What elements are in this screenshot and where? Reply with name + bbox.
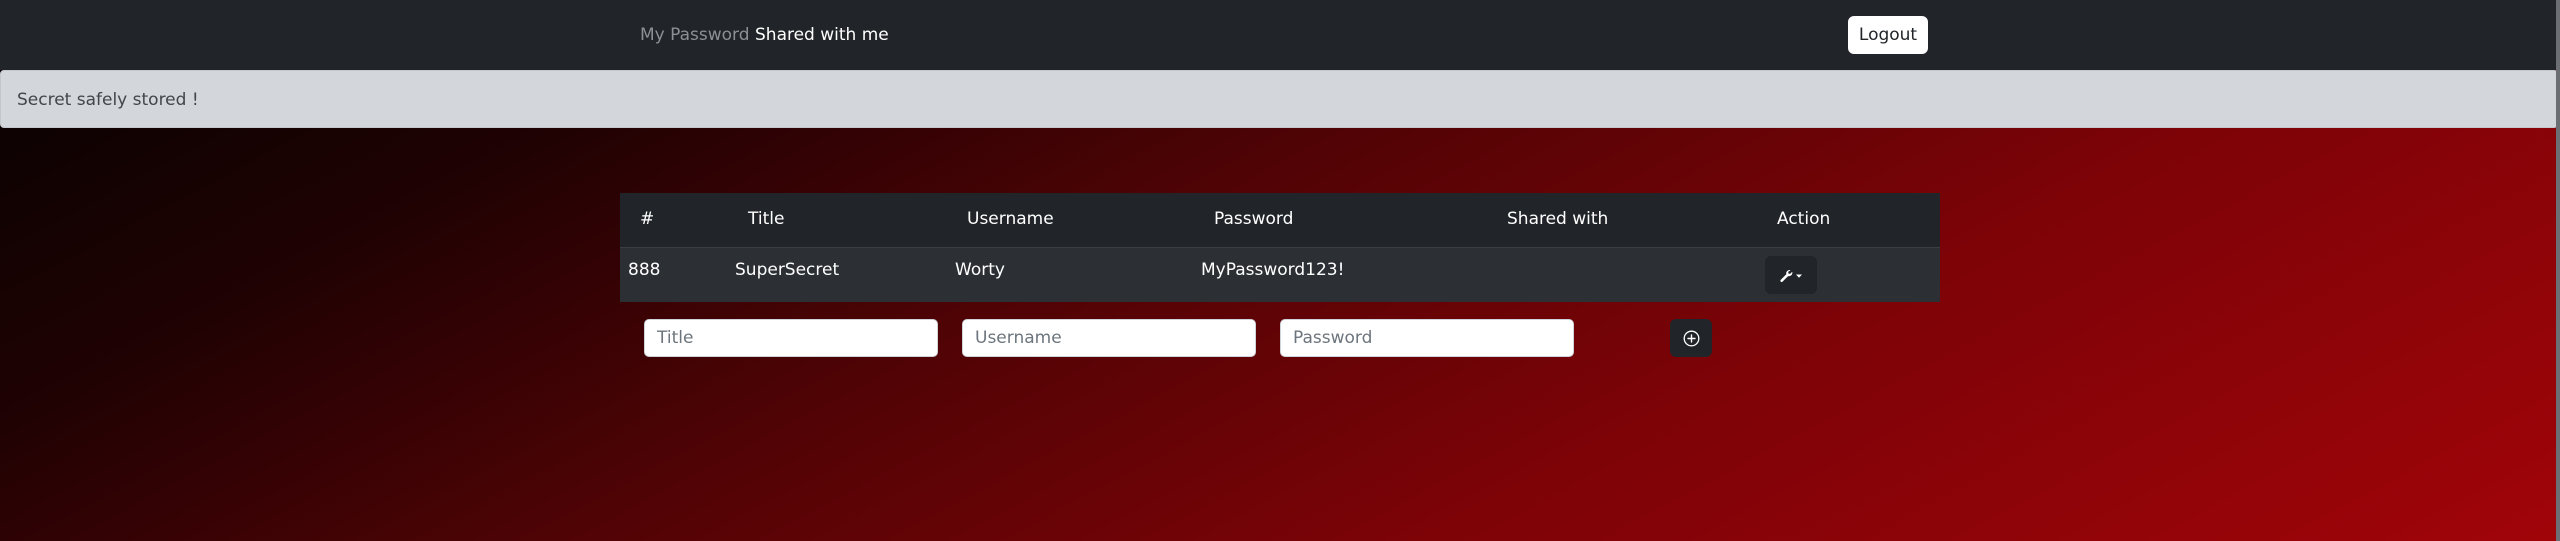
page-scrollbar[interactable] (2556, 0, 2560, 541)
column-header-username: Username (967, 209, 1054, 229)
plus-circle-icon (1683, 330, 1700, 347)
column-header-action: Action (1777, 209, 1831, 229)
table-row: 888 SuperSecret Worty MyPassword123! (620, 247, 1940, 302)
success-alert: Secret safely stored ! (0, 70, 2558, 128)
cell-id: 888 (628, 260, 661, 280)
nav-link-shared-with-me[interactable]: Shared with me (755, 24, 889, 46)
top-navbar: My Password Shared with me Logout (0, 0, 2560, 70)
column-header-number: # (640, 209, 655, 229)
cell-title: SuperSecret (735, 260, 840, 280)
column-header-password: Password (1214, 209, 1294, 229)
password-input[interactable] (1280, 319, 1574, 357)
logout-button[interactable]: Logout (1848, 16, 1928, 54)
row-action-dropdown-button[interactable] (1765, 256, 1817, 294)
cell-username: Worty (955, 260, 1005, 280)
cell-password: MyPassword123! (1201, 260, 1345, 280)
title-input[interactable] (644, 319, 938, 357)
nav-link-my-password[interactable]: My Password (640, 24, 750, 46)
table-header: # Title Username Password Shared with Ac… (620, 193, 1940, 247)
wrench-icon (1780, 270, 1802, 283)
alert-message: Secret safely stored ! (17, 90, 199, 110)
username-input[interactable] (962, 319, 1256, 357)
add-secret-button[interactable] (1670, 319, 1712, 357)
secrets-table: # Title Username Password Shared with Ac… (620, 193, 1940, 302)
column-header-shared-with: Shared with (1507, 209, 1609, 229)
column-header-title: Title (748, 209, 785, 229)
